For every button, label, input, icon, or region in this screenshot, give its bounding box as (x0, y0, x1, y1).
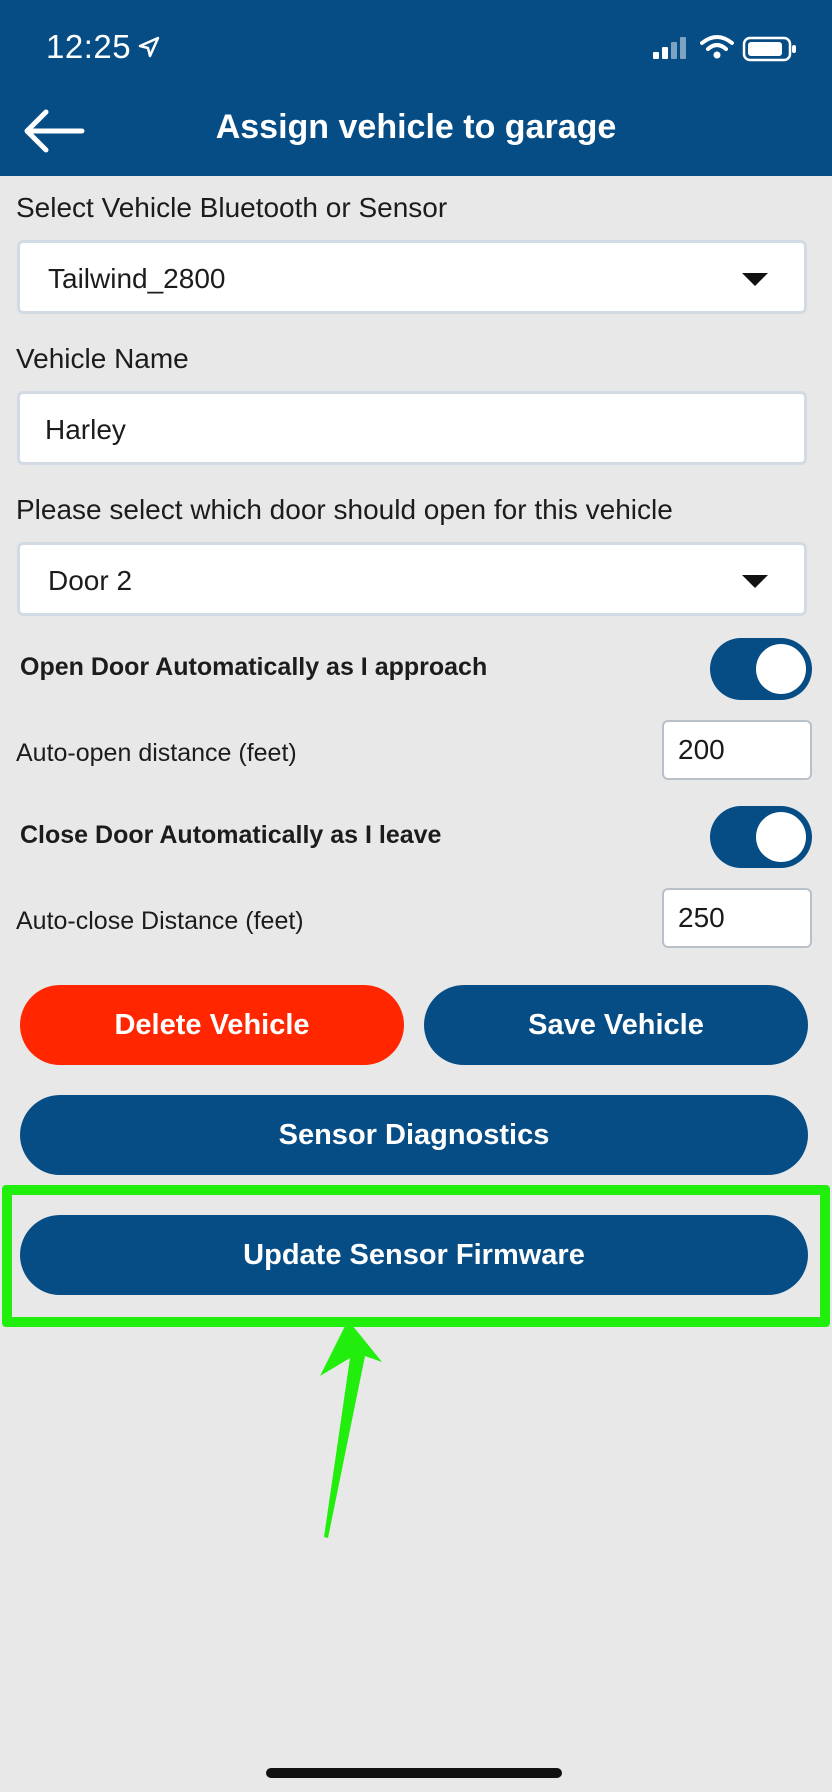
auto-close-toggle[interactable] (710, 806, 812, 868)
green-arrow-icon (320, 1320, 382, 1538)
save-vehicle-button[interactable]: Save Vehicle (424, 985, 808, 1065)
toggle-knob (756, 812, 806, 862)
auto-open-distance-value: 200 (678, 734, 725, 765)
highlight-box (2, 1185, 830, 1327)
home-indicator (266, 1768, 562, 1778)
vehicle-sensor-value: Tailwind_2800 (48, 263, 226, 294)
vehicle-name-label: Vehicle Name (16, 343, 189, 374)
wifi-icon (700, 35, 734, 59)
delete-vehicle-button[interactable]: Delete Vehicle (20, 985, 404, 1065)
door-select-label: Please select which door should open for… (16, 494, 673, 525)
auto-close-distance-label: Auto-close Distance (feet) (16, 907, 304, 935)
auto-open-toggle[interactable] (710, 638, 812, 700)
vehicle-sensor-select[interactable]: Tailwind_2800 (17, 240, 807, 314)
toggle-knob (756, 644, 806, 694)
sensor-diagnostics-button[interactable]: Sensor Diagnostics (20, 1095, 808, 1175)
vehicle-sensor-label: Select Vehicle Bluetooth or Sensor (16, 192, 448, 223)
auto-open-distance-input[interactable]: 200 (662, 720, 812, 780)
chevron-down-icon (742, 575, 768, 588)
vehicle-name-value: Harley (45, 414, 126, 445)
location-arrow-icon (138, 36, 160, 58)
auto-close-distance-input[interactable]: 250 (662, 888, 812, 948)
auto-close-distance-value: 250 (678, 902, 725, 933)
vehicle-name-input[interactable]: Harley (17, 391, 807, 465)
status-time: 12:25 (46, 28, 132, 65)
page-title: Assign vehicle to garage (215, 108, 617, 146)
cellular-signal-icon (653, 37, 686, 59)
app-header: 12:25 Assign vehicle to garage (0, 0, 832, 176)
battery-icon (742, 36, 796, 62)
auto-open-label: Open Door Automatically as I approach (20, 653, 488, 681)
auto-open-distance-label: Auto-open distance (feet) (16, 739, 297, 767)
auto-close-label: Close Door Automatically as I leave (20, 821, 442, 849)
door-select-value: Door 2 (48, 565, 133, 596)
door-select[interactable]: Door 2 (17, 542, 807, 616)
chevron-down-icon (742, 273, 768, 286)
